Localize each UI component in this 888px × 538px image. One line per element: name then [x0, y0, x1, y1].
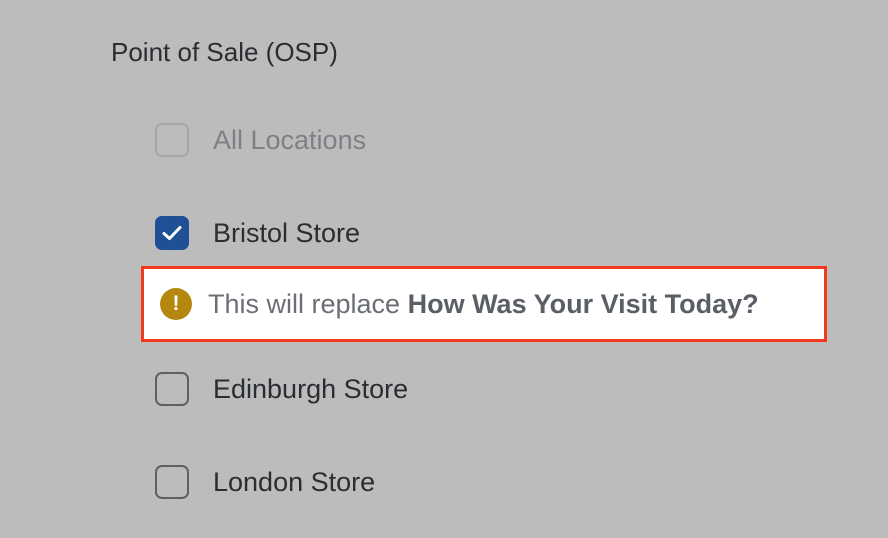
checkbox-london-store[interactable] — [155, 465, 189, 499]
location-option-london-store[interactable]: London Store — [155, 462, 375, 502]
checkbox-edinburgh-store[interactable] — [155, 372, 189, 406]
location-option-bristol-store[interactable]: Bristol Store — [155, 213, 360, 253]
warning-prefix: This will replace — [208, 289, 401, 319]
checkmark-icon — [162, 226, 182, 240]
checkbox-bristol-store[interactable] — [155, 216, 189, 250]
exclamation-circle-icon: ! — [160, 288, 192, 320]
warning-survey-name: How Was Your Visit Today? — [407, 289, 759, 319]
replace-warning: ! This will replace How Was Your Visit T… — [141, 266, 827, 342]
option-label-bristol-store: Bristol Store — [213, 218, 361, 248]
option-label-all-locations: All Locations — [213, 125, 367, 155]
section-title: Point of Sale (OSP) — [111, 37, 338, 67]
location-option-edinburgh-store[interactable]: Edinburgh Store — [155, 369, 408, 409]
location-option-all-locations[interactable]: All Locations — [155, 120, 366, 160]
warning-text: This will replace How Was Your Visit Tod… — [208, 286, 759, 322]
option-label-edinburgh-store: Edinburgh Store — [213, 374, 409, 404]
option-label-london-store: London Store — [213, 467, 376, 497]
checkbox-all-locations[interactable] — [155, 123, 189, 157]
